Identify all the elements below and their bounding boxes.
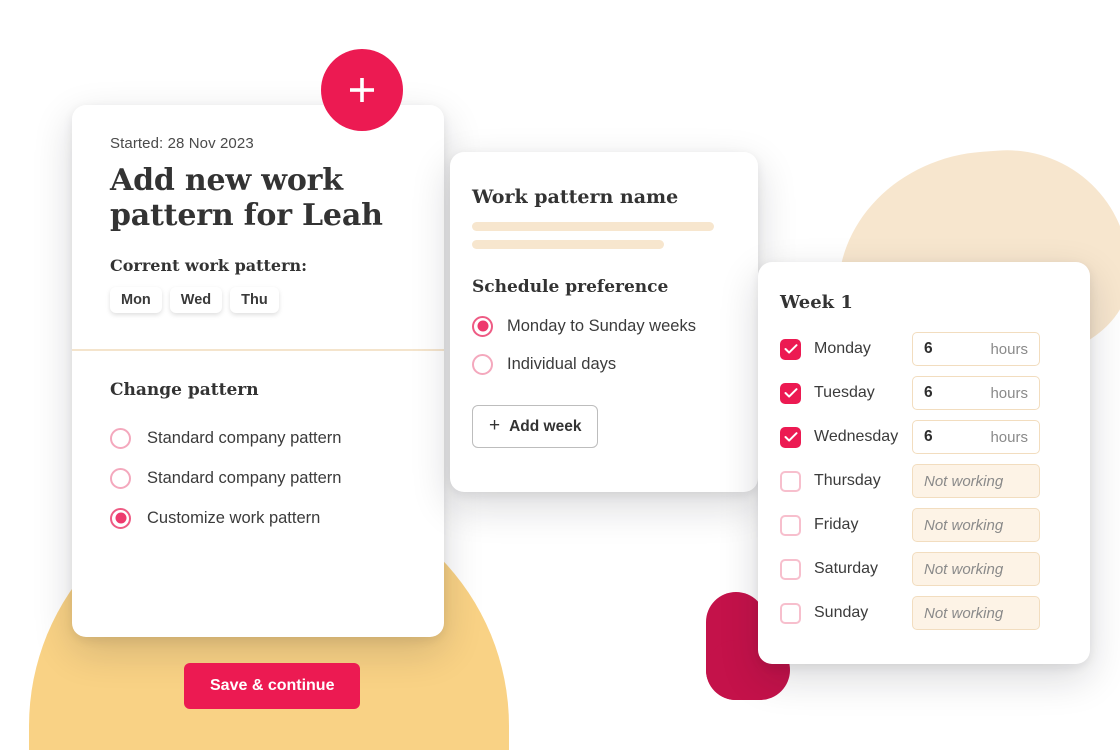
day-row: Thursday Not working [780,459,1090,503]
current-pattern-day-chips: Mon Wed Thu [110,286,406,313]
hours-input-wednesday[interactable]: 6 hours [912,420,1040,454]
add-week-button[interactable]: + Add week [472,405,599,448]
day-label: Saturday [814,560,879,577]
card-divider [72,349,444,351]
add-work-pattern-card: Started: 28 Nov 2023 Add new work patter… [72,105,444,709]
radio-option-standard-1[interactable]: Standard company pattern [110,418,410,458]
hours-input-thursday[interactable]: Not working [912,464,1040,498]
check-icon [784,432,797,442]
hours-value: 6 [924,428,933,445]
day-toggle-thursday[interactable]: Thursday [780,470,912,492]
add-button[interactable] [321,49,403,131]
day-toggle-sunday[interactable]: Sunday [780,602,912,624]
check-icon [784,388,797,398]
day-row: Saturday Not working [780,547,1090,591]
checkbox-icon[interactable] [780,470,801,492]
not-working-placeholder: Not working [924,516,1004,534]
hours-unit-label: hours [990,384,1028,402]
week-schedule-card: Week 1 Monday 6 hours Tuesday 6 hours We… [758,262,1090,664]
day-toggle-friday[interactable]: Friday [780,514,912,536]
day-label: Sunday [814,604,869,621]
week-title: Week 1 [780,292,853,313]
checkbox-icon[interactable] [780,602,801,624]
day-toggle-saturday[interactable]: Saturday [780,558,912,580]
checkbox-checked-icon[interactable] [780,426,801,448]
checkbox-checked-icon[interactable] [780,382,801,404]
checkbox-icon[interactable] [780,558,801,580]
schedule-preference-radio-group: Monday to Sunday weeks Individual days [472,307,758,383]
hours-input-monday[interactable]: 6 hours [912,332,1040,366]
hours-unit-label: hours [990,340,1028,358]
day-label: Thursday [814,472,881,489]
radio-icon[interactable] [110,467,131,489]
day-toggle-monday[interactable]: Monday [780,338,912,360]
hours-input-tuesday[interactable]: 6 hours [912,376,1040,410]
illustration-stage: Started: 28 Nov 2023 Add new work patter… [0,0,1120,750]
not-working-placeholder: Not working [924,604,1004,622]
radio-option-monday-to-sunday[interactable]: Monday to Sunday weeks [472,307,758,345]
radio-option-label: Standard company pattern [147,468,342,487]
day-chip: Wed [169,286,223,313]
name-input-skeleton-line[interactable] [472,240,664,249]
work-pattern-name-title: Work pattern name [472,186,679,208]
day-toggle-wednesday[interactable]: Wednesday [780,426,912,448]
radio-option-label: Monday to Sunday weeks [507,316,696,335]
day-label: Monday [814,340,871,357]
radio-option-label: Standard company pattern [147,428,342,447]
not-working-placeholder: Not working [924,472,1004,490]
day-label: Tuesday [814,384,875,401]
name-input-skeleton-line[interactable] [472,222,714,231]
radio-option-customize[interactable]: Customize work pattern [110,498,410,538]
plus-small-icon: + [489,415,501,436]
check-icon [784,344,797,354]
schedule-preference-title: Schedule preference [472,277,669,297]
checkbox-icon[interactable] [780,514,801,536]
day-toggle-tuesday[interactable]: Tuesday [780,382,912,404]
day-label: Wednesday [814,428,899,445]
hours-input-sunday[interactable]: Not working [912,596,1040,630]
day-chip: Mon [110,286,162,313]
save-and-continue-button[interactable]: Save & continue [184,663,361,709]
day-row: Monday 6 hours [780,327,1090,371]
day-chip: Thu [230,286,279,313]
started-date-label: Started: 28 Nov 2023 [110,135,254,152]
change-pattern-title: Change pattern [110,380,259,400]
radio-option-label: Customize work pattern [147,508,321,527]
radio-option-label: Individual days [507,354,617,373]
hours-input-saturday[interactable]: Not working [912,552,1040,586]
add-week-label: Add week [509,417,582,435]
page-title: Add new work pattern for Leah [110,163,383,233]
hours-input-friday[interactable]: Not working [912,508,1040,542]
current-pattern-label: Corrent work pattern: [110,255,308,275]
radio-selected-icon[interactable] [110,507,131,529]
radio-option-standard-2[interactable]: Standard company pattern [110,458,410,498]
radio-icon[interactable] [472,353,493,375]
hours-unit-label: hours [990,428,1028,446]
day-row: Wednesday 6 hours [780,415,1090,459]
hours-value: 6 [924,340,933,357]
checkbox-checked-icon[interactable] [780,338,801,360]
day-row: Friday Not working [780,503,1090,547]
radio-option-individual-days[interactable]: Individual days [472,345,758,383]
work-pattern-name-card: Work pattern name Schedule preference Mo… [450,152,758,492]
day-label: Friday [814,516,859,533]
change-pattern-radio-group: Standard company pattern Standard compan… [110,418,410,538]
day-row: Tuesday 6 hours [780,371,1090,415]
hours-value: 6 [924,384,933,401]
day-row: Sunday Not working [780,591,1090,635]
plus-icon [350,78,374,102]
radio-icon[interactable] [110,427,131,449]
radio-selected-icon[interactable] [472,315,493,337]
not-working-placeholder: Not working [924,560,1004,578]
